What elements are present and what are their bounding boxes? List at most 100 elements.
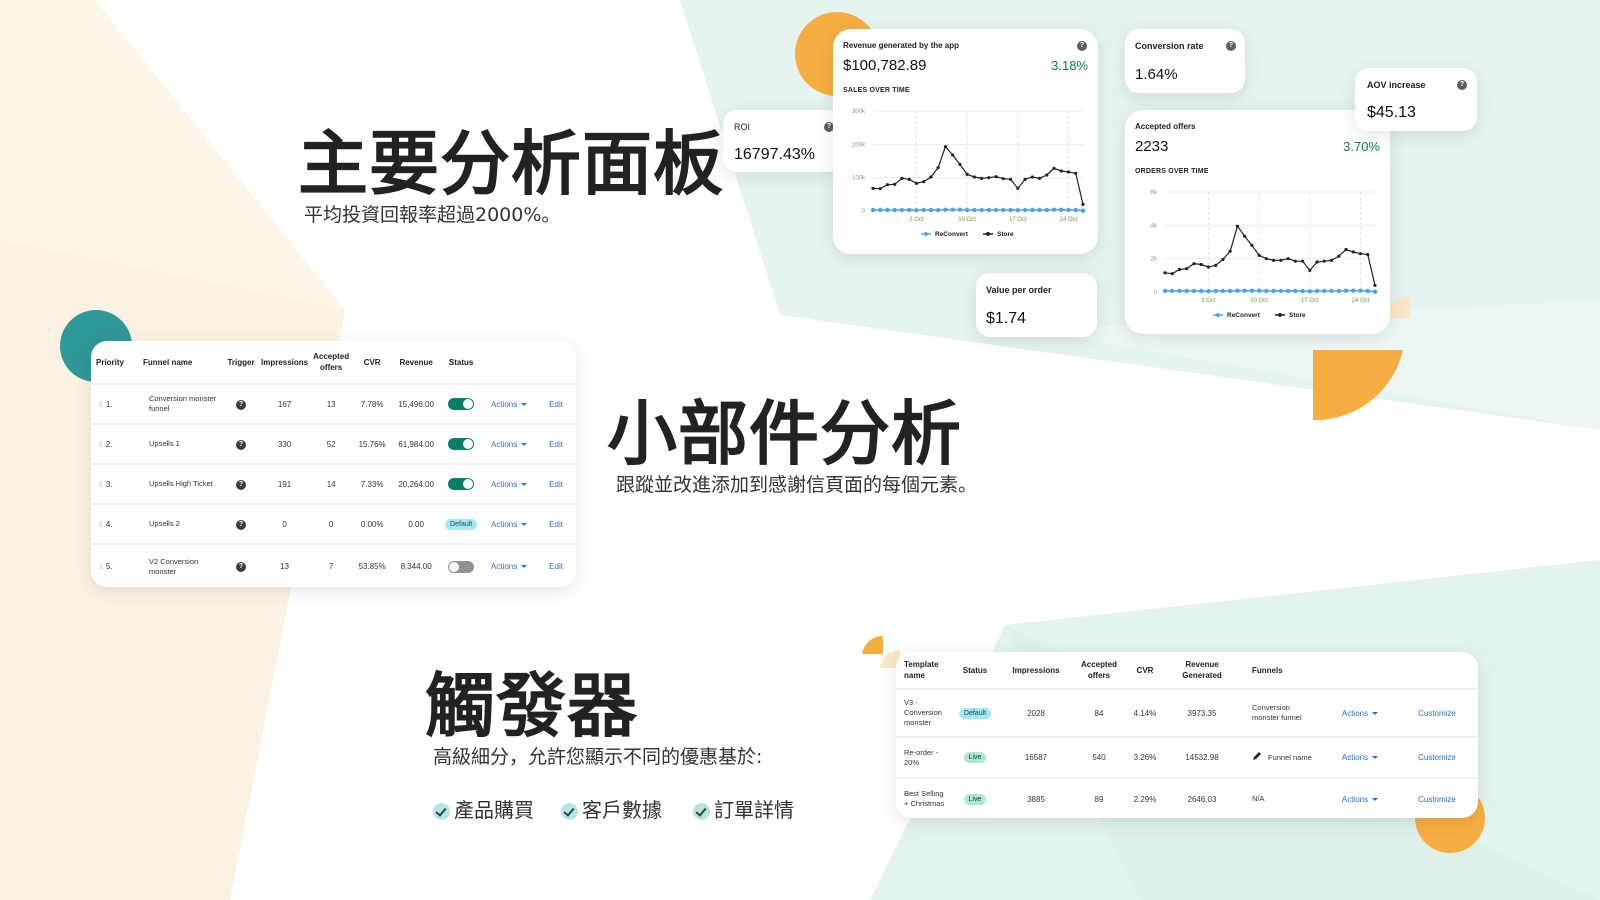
edit-link[interactable]: Edit [549,520,563,529]
help-icon[interactable]: ? [1457,80,1467,90]
series-line-reconvert [1165,289,1376,293]
data-point-store [1300,259,1305,263]
data-point-reconvert [1220,288,1226,294]
status-toggle[interactable] [448,560,475,573]
customize-link[interactable]: Customize [1418,753,1456,762]
x-tick-label: 10 Oct [1250,298,1268,304]
data-point-store [1235,224,1240,228]
trigger-help-icon[interactable]: ? [236,562,246,572]
edit-link[interactable]: Edit [549,400,563,409]
data-point-reconvert [1285,288,1291,294]
legend-marker [924,232,928,236]
templates-table-header: Template name Status Impressions Accepte… [896,652,1478,689]
feature-product-purchase: 產品購買 [433,794,534,823]
actions-dropdown[interactable]: Actions [491,562,528,571]
help-icon[interactable]: ? [1077,41,1087,51]
data-point-reconvert [1030,207,1035,213]
col-cvr: CVR [1136,665,1154,675]
drag-handle-icon[interactable]: ⁞⁞ [99,442,103,449]
cvr: 3.26% [1124,736,1166,778]
funnel-row: ⁞⁞ 4. Upsells 2 ? 0 0 0.00% 0.00 Default … [91,503,576,544]
data-point-reconvert [1206,289,1211,294]
col-cvr: CVR [363,357,381,367]
status-toggle[interactable] [448,478,475,490]
drag-handle-icon[interactable]: ⁞⁞ [99,564,103,571]
trigger-help-icon[interactable]: ? [236,479,246,490]
data-point-reconvert [907,207,912,213]
data-point-store [1293,259,1297,263]
trigger-help-icon[interactable]: ? [236,439,246,450]
actions-dropdown[interactable]: Actions [1342,795,1379,804]
data-point-reconvert [1314,288,1320,294]
edit-link[interactable]: Edit [549,562,563,571]
series-line-store [1164,224,1376,286]
data-point-store [958,162,962,166]
dashboard-subtitle: 平均投資回報率超過2000%。 [304,204,561,226]
actions-dropdown[interactable]: Actions [1342,709,1379,718]
conversion-rate-label: Conversion rate [1135,41,1204,51]
data-point-store [914,181,919,185]
check-icon [433,803,450,820]
data-point-store [1272,258,1276,262]
customize-link[interactable]: Customize [1418,709,1456,718]
status-badge: Default [445,518,478,530]
funnels-table-header: Priority Funnel name Trigger Impressions… [91,341,576,384]
status-toggle[interactable] [448,438,475,450]
trigger-help-icon[interactable]: ? [236,399,246,410]
data-point-store [1344,247,1348,252]
priority: 5. [105,562,113,571]
revenue-label: Revenue generated by the app [843,41,960,50]
col-impressions: Impressions [1012,665,1060,675]
actions-dropdown[interactable]: Actions [1342,753,1379,762]
triggers-title: 觸發器 [425,664,638,747]
accepted-offers: 89 [1074,777,1124,818]
data-point-store [936,166,940,170]
actions-dropdown[interactable]: Actions [491,400,528,409]
data-point-store [900,176,904,180]
x-tick-label: 24 Oct [1060,217,1078,223]
help-icon[interactable]: ? [1226,41,1236,51]
customize-link[interactable]: Customize [1418,795,1456,804]
trigger-help-icon[interactable]: ? [236,519,246,530]
data-point-reconvert [1001,207,1006,213]
pencil-icon[interactable] [1252,751,1262,764]
accepted-offers: 7 [310,543,353,587]
accepted-offers-change: 3.70% [1343,139,1380,154]
x-tick-label: 3 Oct [909,217,924,223]
data-point-reconvert [943,207,948,212]
revenue: 61,984.00 [392,423,441,464]
caret-down-icon [521,482,528,486]
col-trigger: Trigger [227,357,255,367]
col-funnel-name: Funnel name [143,357,193,367]
funnel-name: Upsells 1 [141,423,223,464]
x-tick-label: 17 Oct [1301,298,1319,304]
data-point-reconvert [1213,288,1218,294]
data-point-reconvert [950,207,955,212]
actions-dropdown[interactable]: Actions [491,440,528,449]
data-point-store [1308,268,1312,272]
data-point-reconvert [1066,207,1071,213]
legend-label: ReConvert [1227,312,1261,319]
data-point-store [951,153,955,157]
impressions: 13 [259,543,311,587]
drag-handle-icon[interactable]: ⁞⁞ [99,482,103,489]
data-point-reconvert [1015,207,1021,213]
impressions: 330 [259,423,311,464]
status-toggle[interactable] [448,398,475,410]
accepted-offers: 13 [310,383,353,424]
data-point-reconvert [979,207,984,213]
actions-dropdown[interactable]: Actions [491,480,528,489]
accepted-offers: 52 [310,423,353,464]
y-tick-label: 300k [852,109,866,115]
data-point-store [922,180,926,184]
data-point-reconvert [1008,207,1013,213]
data-point-store [1337,254,1341,258]
drag-handle-icon[interactable]: ⁞⁞ [99,522,103,529]
funnel-name: Funnel name [1268,752,1312,762]
edit-link[interactable]: Edit [549,440,563,449]
y-tick-label: 2k [1151,257,1158,263]
edit-link[interactable]: Edit [549,480,563,489]
actions-dropdown[interactable]: Actions [491,520,528,529]
status-badge: Default [958,707,992,719]
drag-handle-icon[interactable]: ⁞⁞ [99,402,103,409]
